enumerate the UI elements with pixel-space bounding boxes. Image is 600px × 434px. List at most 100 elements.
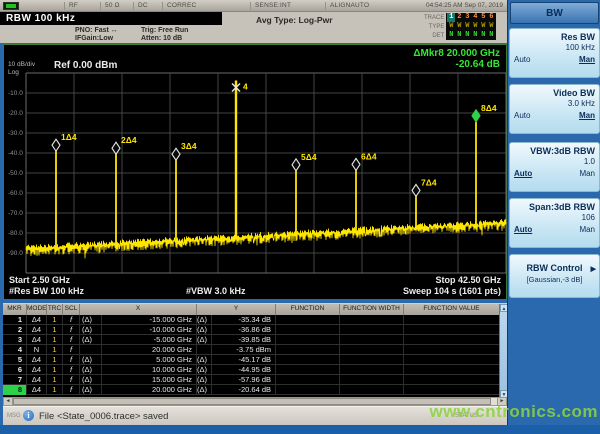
softkey-menu-title: BW [510, 2, 599, 24]
table-cell: Δ4 [27, 354, 47, 365]
man-toggle[interactable]: Man [579, 55, 595, 64]
table-cell: 3 [3, 334, 27, 345]
table-cell [340, 334, 404, 345]
table-cell: -44.95 dB [212, 364, 276, 375]
scroll-left-icon[interactable]: ◄ [4, 398, 13, 405]
softkey-vbw-3db-rbw[interactable]: VBW:3dB RBW 1.0 Auto Man [509, 142, 600, 192]
table-cell: (Δ) [80, 354, 102, 365]
svg-text:-50.0: -50.0 [8, 170, 23, 177]
auto-man-row: Auto Man [510, 52, 599, 64]
table-cell: (Δ) [197, 354, 212, 365]
table-cell [340, 364, 404, 375]
table-row[interactable]: 5 Δ4 1 f (Δ) 5.000 GHz (Δ) -45.17 dB [3, 354, 499, 365]
type-values: WWWWWW [446, 22, 497, 31]
table-cell: Δ4 [27, 364, 47, 375]
table-cell [80, 344, 102, 355]
table-header-cell: MKR [3, 304, 27, 315]
table-cell: (Δ) [197, 384, 212, 395]
table-cell: Δ4 [27, 314, 47, 325]
table-cell [276, 334, 340, 345]
submenu-arrow-icon: ▶ [590, 266, 596, 273]
table-cell: 20.000 GHz [102, 344, 197, 355]
table-row[interactable]: 4 N 1 f 20.000 GHz -3.75 dBm [3, 344, 499, 355]
svg-text:-70.0: -70.0 [8, 210, 23, 217]
table-cell: 1 [47, 364, 63, 375]
trace-digits: 123456 [446, 13, 497, 22]
trace-char: W [465, 22, 470, 30]
topbar-item: DC [133, 2, 148, 10]
table-cell: 6 [3, 364, 27, 375]
table-cell: f [63, 374, 80, 385]
table-row[interactable]: 6 Δ4 1 f (Δ) 10.000 GHz (Δ) -44.95 dB [3, 364, 499, 375]
softkey-value: 1.0 [583, 157, 595, 166]
table-cell: -15.000 GHz [102, 314, 197, 325]
table-row[interactable]: 3 Δ4 1 f (Δ) -5.000 GHz (Δ) -39.85 dB [3, 334, 499, 345]
scale-per-div-label: 10 dB/div [8, 61, 36, 68]
table-header-cell: FUNCTION VALUE [423, 305, 480, 312]
table-cell: 2 [3, 324, 27, 335]
table-cell: Δ4 [27, 374, 47, 385]
table-cell: Δ4 [27, 384, 47, 395]
datetime-label: 04:54:25 AM Sep 07, 2019 [426, 2, 503, 9]
measurement-bar: RBW 100 kHz PNO: Fast ↔ IFGain:Low Trig:… [0, 12, 507, 43]
table-cell [276, 314, 340, 325]
table-row[interactable]: 7 Δ4 1 f (Δ) 15.000 GHz (Δ) -57.96 dB [3, 374, 499, 385]
marker-table-rows: 1 Δ4 1 f (Δ) -15.000 GHz (Δ) -35.34 dB 2 Δ4 1 f (Δ) -… [3, 314, 499, 395]
scale-type-label: Log [8, 69, 19, 76]
table-cell: -5.000 GHz [102, 334, 197, 345]
trace-char: W [449, 22, 454, 30]
bottom-frame-strip [0, 425, 600, 434]
auto-toggle[interactable]: Auto [514, 111, 530, 120]
stop-freq-label: Stop 42.50 GHz [435, 275, 501, 285]
scrollbar-thumb[interactable] [13, 398, 491, 405]
table-cell: -57.96 dB [212, 374, 276, 385]
man-toggle[interactable]: Man [579, 169, 595, 178]
man-toggle[interactable]: Man [579, 225, 595, 234]
vbw-label: #VBW 3.0 kHz [186, 286, 246, 296]
softkey-span-3db-rbw[interactable]: Span:3dB RBW 106 Auto Man [509, 198, 600, 248]
table-row[interactable]: 8 Δ4 1 f (Δ) 20.000 GHz (Δ) -20.64 dB [3, 384, 499, 395]
softkey-rbw-control[interactable]: RBW Control ▶ [Gaussian,-3 dB] [509, 254, 600, 298]
man-toggle[interactable]: Man [579, 111, 595, 120]
table-cell [340, 384, 404, 395]
table-cell: f [63, 364, 80, 375]
table-row[interactable]: 2 Δ4 1 f (Δ) -10.000 GHz (Δ) -36.86 dB [3, 324, 499, 335]
table-cell [276, 354, 340, 365]
trace-char: N [457, 31, 462, 39]
softkey-res-bw[interactable]: Res BW 100 kHz Auto Man [509, 28, 600, 78]
softkey-title: RBW Control ▶ [526, 263, 597, 273]
table-cell: -45.17 dB [212, 354, 276, 365]
table-cell [197, 344, 212, 355]
table-row[interactable]: 1 Δ4 1 f (Δ) -15.000 GHz (Δ) -35.34 dB [3, 314, 499, 325]
table-cell: -36.86 dB [212, 324, 276, 335]
trace-char: N [489, 31, 494, 39]
auto-toggle[interactable]: Auto [514, 55, 530, 64]
ref-level-label: Ref 0.00 dBm [54, 60, 118, 71]
rbw-banner: RBW 100 kHz [0, 12, 222, 25]
table-cell: Δ4 [27, 324, 47, 335]
table-cell [404, 345, 499, 355]
auto-toggle[interactable]: Auto [514, 169, 532, 178]
table-cell: 8 [3, 384, 27, 395]
table-cell: 10.000 GHz [102, 364, 197, 375]
table-header-cell: FUNCTION [276, 304, 340, 315]
auto-toggle[interactable]: Auto [514, 225, 532, 234]
table-cell [404, 375, 499, 385]
vertical-scrollbar[interactable]: ▲ ▼ [499, 304, 508, 398]
softkey-video-bw[interactable]: Video BW 3.0 kHz Auto Man [509, 84, 600, 134]
atten-label: Atten: 10 dB [141, 35, 183, 42]
svg-text:7Δ4: 7Δ4 [421, 177, 437, 187]
table-cell: (Δ) [80, 334, 102, 345]
topbar-item: ALIGNAUTO [325, 2, 369, 10]
svg-text:-80.0: -80.0 [8, 230, 23, 237]
table-cell: (Δ) [80, 324, 102, 335]
info-icon: i [23, 410, 34, 421]
table-cell: 1 [47, 354, 63, 365]
topbar-item: CORREC [162, 2, 196, 10]
table-cell [404, 385, 499, 395]
table-cell: f [63, 344, 80, 355]
trace-char: W [473, 22, 478, 30]
table-header-cell: X [80, 304, 197, 315]
table-cell [340, 354, 404, 365]
type-label: TYPE [428, 23, 445, 30]
